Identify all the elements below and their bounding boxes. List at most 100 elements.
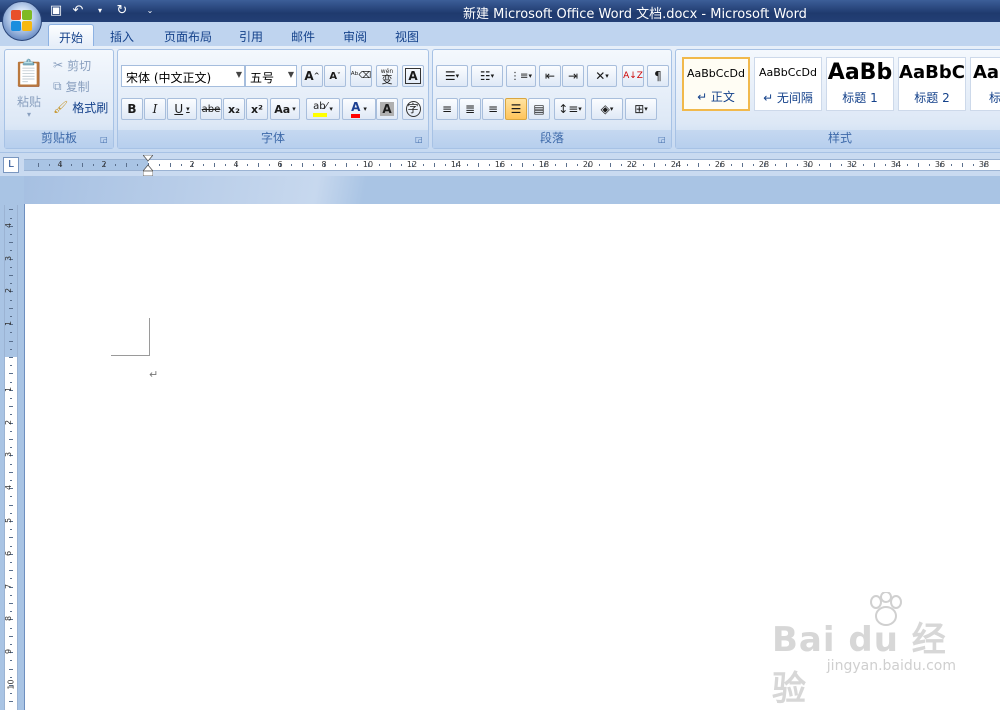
ruler-tick (10, 234, 12, 235)
tab-references[interactable]: 引用 (229, 24, 273, 46)
style-heading-1[interactable]: AaBb 标题 1 (826, 57, 894, 111)
ruler-tick (10, 512, 12, 514)
subscript-button[interactable]: x₂ (223, 98, 245, 120)
dialog-launcher-icon[interactable]: ◲ (415, 135, 425, 145)
clear-formatting-button[interactable]: ᴬᵇ⌫ (350, 65, 372, 87)
ruler-tick (511, 164, 512, 166)
strikethrough-button[interactable]: abe (200, 98, 222, 120)
ruler-tick (830, 163, 831, 167)
chevron-down-icon: ▼ (287, 70, 294, 79)
align-left-icon: ≡ (441, 102, 453, 116)
show-marks-button[interactable]: ¶ (647, 65, 669, 87)
ruler-number: 3 (4, 452, 14, 458)
line-spacing-icon: ↕≡ (558, 102, 579, 116)
tab-stop-selector[interactable]: L (3, 157, 19, 173)
paragraph-group: ☰ ▾ ☷ ▾ ⋮≡ ▾ ⇤ ⇥ ✕ ▾ A↓Z ¶ ≡ ≣ ≡ ☰ ▤ ↕≡ ▾ ◈ ▾ … (432, 49, 672, 149)
ruler-tick (973, 164, 974, 166)
ruler-tick (335, 164, 336, 166)
superscript-button[interactable]: x² (246, 98, 268, 120)
ruler-tick (566, 163, 567, 167)
style-normal[interactable]: AaBbCcDd ↵ 正文 (682, 57, 750, 111)
ruler-tick (159, 164, 160, 166)
ruler-tick (10, 381, 12, 383)
tab-home[interactable]: 开始 (48, 24, 95, 46)
ruler-tick (225, 164, 226, 166)
ruler-tick (874, 163, 875, 167)
ruler-tick (10, 644, 12, 645)
shading-button[interactable]: ◈ ▾ (591, 98, 623, 120)
style-title[interactable]: AaB 标 (970, 57, 1000, 111)
ruler-tick (10, 217, 12, 219)
multilevel-list-button[interactable]: ⋮≡ ▾ (506, 65, 536, 87)
ruler-tick (10, 676, 12, 678)
style-sample: AaBbCcDd (687, 67, 745, 80)
ruler-tick (346, 163, 347, 167)
grow-font-button[interactable]: A ^ (301, 65, 323, 87)
decrease-indent-button[interactable]: ⇤ (539, 65, 561, 87)
bold-button[interactable]: B (121, 98, 143, 120)
ruler-number: 4 (4, 222, 14, 228)
style-heading-2[interactable]: AaBbC 标题 2 (898, 57, 966, 111)
format-painter-button[interactable]: 🖌 格式刷 (53, 98, 108, 116)
enclose-icon: 字 (405, 101, 421, 117)
clipboard-group-label: 剪贴板 (5, 130, 113, 148)
align-left-button[interactable]: ≡ (436, 98, 458, 120)
highlight-color-button[interactable]: ab⁄ ▾ (306, 98, 340, 120)
italic-button[interactable]: I (144, 98, 166, 120)
bullets-button[interactable]: ☰ ▾ (436, 65, 468, 87)
ruler-tick (10, 414, 12, 416)
dialog-launcher-icon[interactable]: ◲ (658, 135, 668, 145)
tab-mailings[interactable]: 邮件 (281, 24, 325, 46)
ruler-tick (247, 164, 248, 166)
borders-button[interactable]: ⊞ ▾ (625, 98, 657, 120)
ruler-number: 26 (714, 160, 726, 169)
increase-indent-button[interactable]: ⇥ (562, 65, 584, 87)
document-page[interactable]: ↵ Bai du 经验 jingyan.baidu.com (24, 204, 1000, 710)
underline-button[interactable]: U ▾ (167, 98, 197, 120)
font-color-button[interactable]: A ▾ (342, 98, 376, 120)
align-center-button[interactable]: ≣ (459, 98, 481, 120)
ruler-tick (775, 164, 776, 166)
bold-icon: B (127, 102, 137, 116)
ruler-number: 5 (4, 517, 14, 524)
character-border-button[interactable]: A (402, 65, 424, 87)
tab-insert[interactable]: 插入 (100, 24, 144, 46)
tab-review[interactable]: 审阅 (333, 24, 377, 46)
ruler-tick (10, 283, 12, 285)
cut-button[interactable]: ✂ 剪切 (53, 56, 91, 74)
font-family-select[interactable]: 宋体 (中文正文) ▼ (121, 65, 245, 87)
numbering-button[interactable]: ☷ ▾ (471, 65, 503, 87)
font-size-select[interactable]: 五号 ▼ (245, 65, 297, 87)
justify-button[interactable]: ☰ (505, 98, 527, 120)
copy-button[interactable]: ⧉ 复制 (53, 77, 90, 95)
ruler-number: 30 (802, 160, 814, 169)
paste-button[interactable]: 📋 粘贴 ▾ (9, 54, 49, 124)
ruler-tick (863, 164, 864, 166)
office-button[interactable] (2, 1, 42, 41)
enclose-characters-button[interactable]: 字 (402, 98, 424, 120)
distributed-button[interactable]: ▤ (528, 98, 550, 120)
ruler-tick (9, 701, 13, 703)
tab-page-layout[interactable]: 页面布局 (154, 24, 222, 46)
shrink-font-button[interactable]: Aˇ (324, 65, 346, 87)
chinese-layout-button[interactable]: ✕ ▾ (587, 65, 617, 87)
align-right-button[interactable]: ≡ (482, 98, 504, 120)
ruler-number: 6 (277, 160, 283, 169)
dialog-launcher-icon[interactable]: ◲ (100, 135, 110, 145)
sort-button[interactable]: A↓Z (622, 65, 644, 87)
indent-marker-icon[interactable] (143, 155, 153, 177)
change-case-button[interactable]: Aa ▾ (270, 98, 300, 120)
phonetic-guide-button[interactable]: wén 变 (376, 65, 398, 87)
vertical-ruler[interactable]: 4 3 2 1 1 2 3 4 5 6 7 8 9 10 (4, 205, 18, 710)
style-no-spacing[interactable]: AaBbCcDd ↵ 无间隔 (754, 57, 822, 111)
phonetic-char: 变 (381, 73, 393, 86)
styles-group-label: 样式 (676, 130, 1000, 148)
justify-icon: ☰ (510, 102, 522, 116)
font-group: 宋体 (中文正文) ▼ 五号 ▼ A ^ Aˇ ᴬᵇ⌫ wén 变 A B I U… (117, 49, 429, 149)
character-shading-button[interactable]: A (376, 98, 398, 120)
tab-view[interactable]: 视图 (385, 24, 429, 46)
style-sample: AaB (973, 62, 1000, 83)
shrink-font-icon: A (329, 70, 338, 82)
margin-corner-mark (111, 318, 150, 356)
line-spacing-button[interactable]: ↕≡ ▾ (554, 98, 586, 120)
